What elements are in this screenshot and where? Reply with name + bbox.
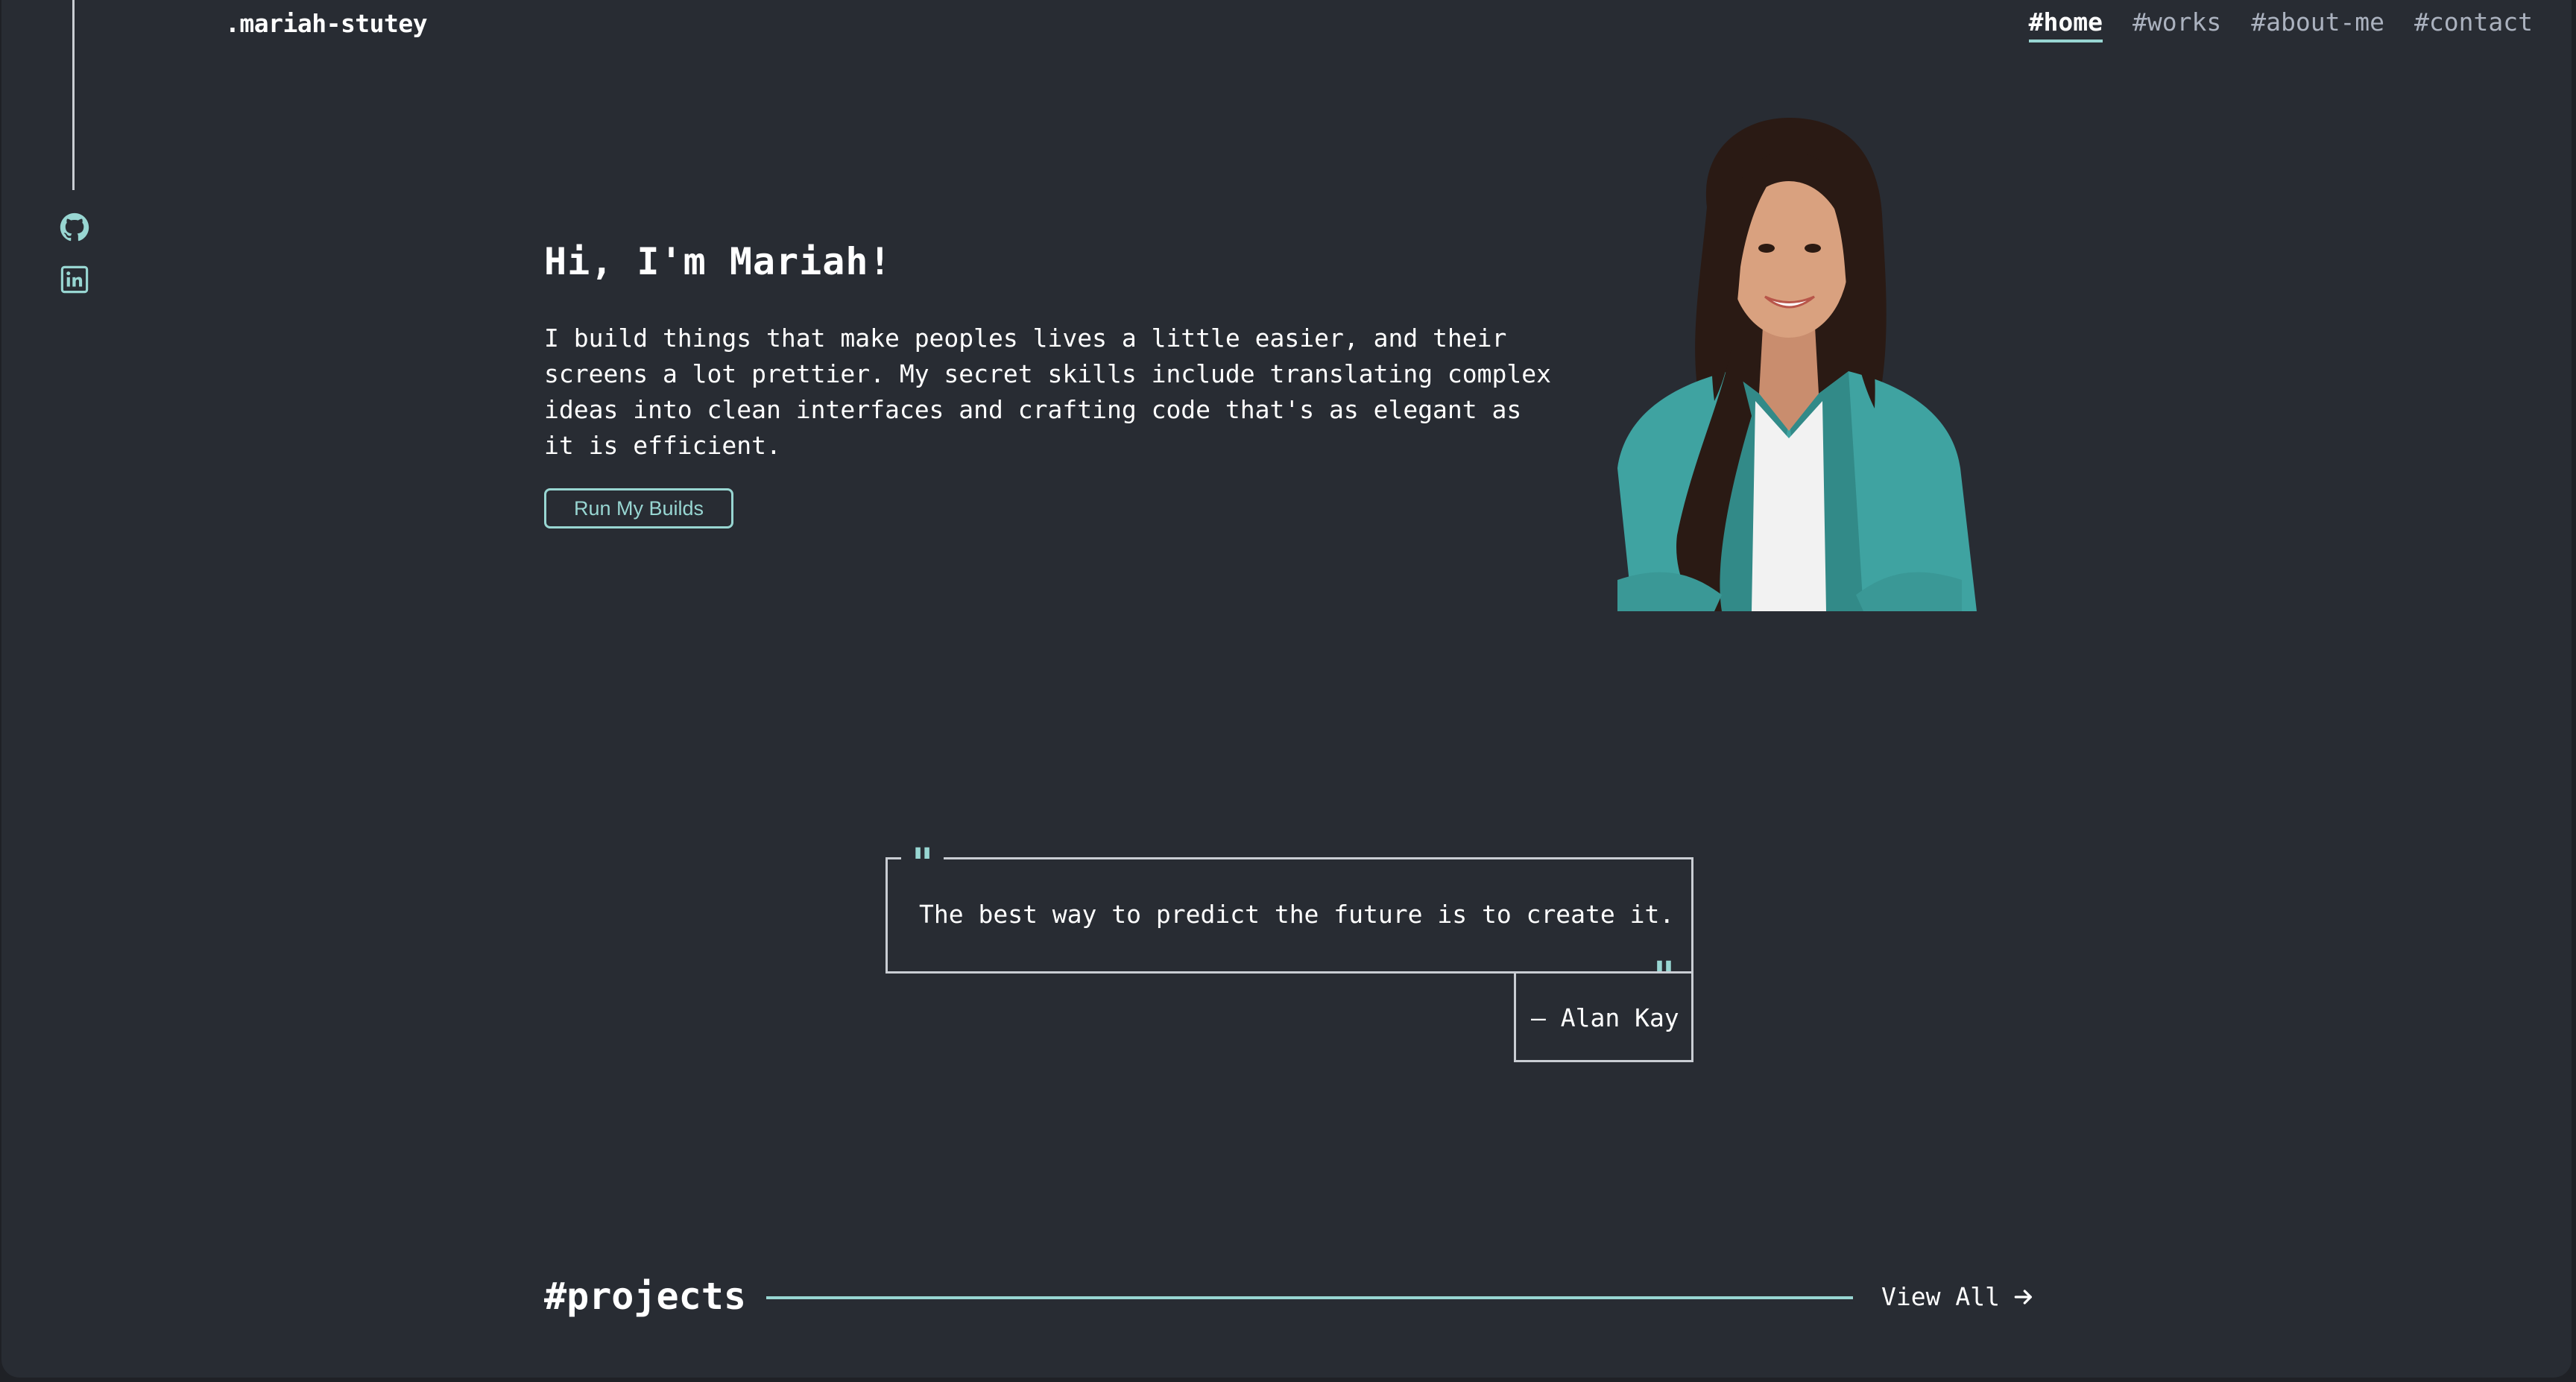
arrow-right-icon [2014, 1289, 2032, 1304]
nav-home[interactable]: #home [2028, 7, 2103, 42]
view-all-label: View All [1881, 1282, 2000, 1311]
nav-about-me[interactable]: #about-me [2251, 7, 2384, 42]
quote-box: " The best way to predict the future is … [886, 843, 1693, 986]
hero-description: I build things that make peoples lives a… [544, 324, 1552, 460]
github-link[interactable] [60, 212, 89, 242]
open-quote-icon: " [901, 843, 944, 873]
site-logo[interactable]: .mariah-stutey [225, 9, 428, 38]
main-nav: #home #works #about-me #contact [2028, 7, 2533, 42]
nav-contact[interactable]: #contact [2414, 7, 2533, 42]
quote-text: The best way to predict the future is to… [919, 900, 1675, 929]
github-icon [60, 212, 89, 242]
projects-divider [766, 1296, 1853, 1299]
profile-photo [1617, 118, 1977, 611]
linkedin-icon [60, 265, 89, 294]
view-all-link[interactable]: View All [1881, 1282, 2036, 1311]
linkedin-link[interactable] [60, 265, 89, 294]
projects-title: #projects [544, 1275, 746, 1318]
page: .mariah-stutey #home #works #about-me #c… [1, 0, 2572, 1378]
nav-works[interactable]: #works [2133, 7, 2221, 42]
hero-title: Hi, I'm Mariah! [544, 240, 892, 283]
side-decor-line [72, 0, 75, 190]
quote-author-box: — Alan Kay [1514, 971, 1693, 1062]
run-my-builds-button[interactable]: Run My Builds [544, 488, 733, 528]
quote-author: — Alan Kay [1531, 1003, 1679, 1032]
